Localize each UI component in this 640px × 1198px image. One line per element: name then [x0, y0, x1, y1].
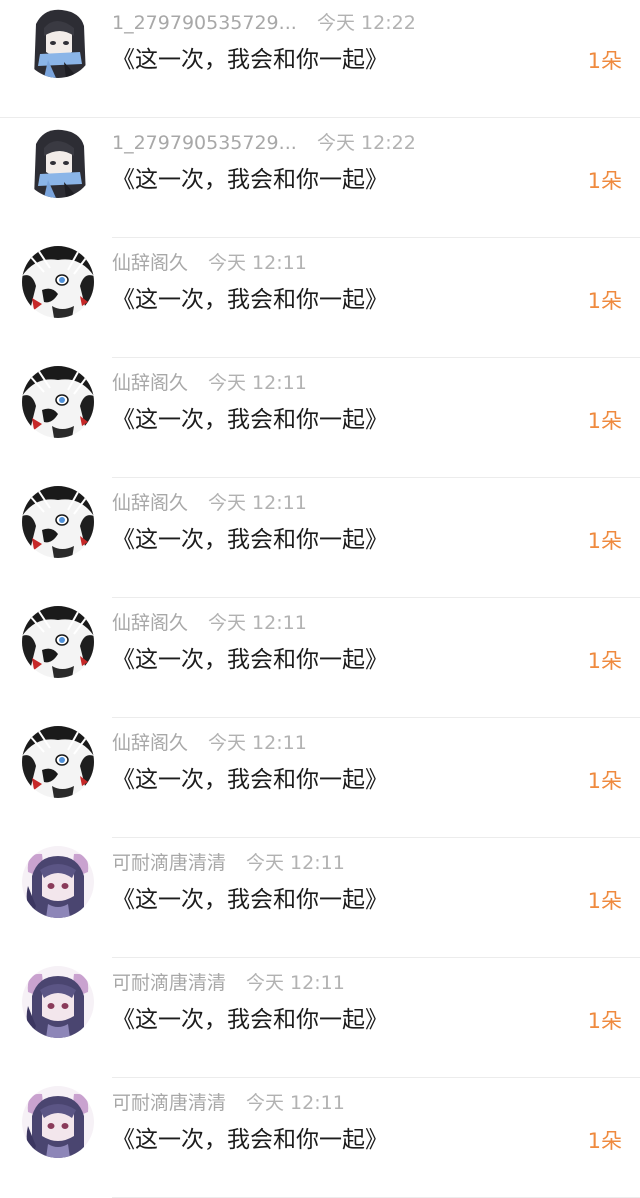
comment-message: 《这一次，我会和你一起》 — [112, 647, 388, 673]
comment-row[interactable]: 仙辞阁久 今天 12:11 《这一次，我会和你一起》 1朵 — [0, 238, 640, 358]
user-avatar[interactable] — [22, 486, 94, 558]
comment-message: 《这一次，我会和你一起》 — [112, 167, 388, 193]
comment-time: 今天 12:11 — [208, 492, 307, 514]
flower-gift-count: 1朵 — [587, 169, 622, 193]
comment-row[interactable]: 仙辞阁久 今天 12:11 《这一次，我会和你一起》 1朵 — [0, 718, 640, 838]
flower-gift-count: 1朵 — [587, 409, 622, 433]
flower-gift-count: 1朵 — [587, 649, 622, 673]
comment-row[interactable]: 仙辞阁久 今天 12:11 《这一次，我会和你一起》 1朵 — [0, 478, 640, 598]
flower-gift-count: 1朵 — [587, 1129, 622, 1153]
user-avatar[interactable] — [22, 966, 94, 1038]
comment-time: 今天 12:22 — [317, 132, 416, 154]
username[interactable]: 仙辞阁久 — [112, 250, 188, 276]
user-avatar[interactable] — [22, 246, 94, 318]
comment-time: 今天 12:11 — [246, 972, 345, 994]
username[interactable]: 仙辞阁久 — [112, 610, 188, 636]
comment-message: 《这一次，我会和你一起》 — [112, 1007, 388, 1033]
comment-row[interactable]: 仙辞阁久 今天 12:11 《这一次，我会和你一起》 1朵 — [0, 358, 640, 478]
flower-gift-count: 1朵 — [587, 769, 622, 793]
comment-row[interactable]: 1_279790535729... 今天 12:22 《这一次，我会和你一起》 1朵 — [0, 0, 640, 118]
flower-gift-count: 1朵 — [587, 289, 622, 313]
user-avatar[interactable] — [22, 126, 94, 198]
username[interactable]: 1_279790535729... — [112, 130, 297, 156]
comment-time: 今天 12:11 — [208, 732, 307, 754]
user-avatar[interactable] — [22, 726, 94, 798]
comment-time: 今天 12:11 — [246, 1092, 345, 1114]
username[interactable]: 仙辞阁久 — [112, 730, 188, 756]
user-avatar[interactable] — [22, 6, 94, 78]
comment-list: 1_279790535729... 今天 12:22 《这一次，我会和你一起》 1朵 … — [0, 0, 640, 1198]
comment-time: 今天 12:22 — [317, 12, 416, 34]
comment-time: 今天 12:11 — [208, 372, 307, 394]
username[interactable]: 可耐滴唐清清 — [112, 1090, 226, 1116]
comment-row[interactable]: 仙辞阁久 今天 12:11 《这一次，我会和你一起》 1朵 — [0, 598, 640, 718]
comment-message: 《这一次，我会和你一起》 — [112, 887, 388, 913]
comment-message: 《这一次，我会和你一起》 — [112, 527, 388, 553]
flower-gift-count: 1朵 — [587, 889, 622, 913]
flower-gift-count: 1朵 — [587, 529, 622, 553]
username[interactable]: 仙辞阁久 — [112, 490, 188, 516]
comment-row[interactable]: 可耐滴唐清清 今天 12:11 《这一次，我会和你一起》 1朵 — [0, 1078, 640, 1198]
username[interactable]: 可耐滴唐清清 — [112, 850, 226, 876]
flower-gift-count: 1朵 — [587, 49, 622, 73]
comment-time: 今天 12:11 — [246, 852, 345, 874]
comment-time: 今天 12:11 — [208, 612, 307, 634]
username[interactable]: 仙辞阁久 — [112, 370, 188, 396]
flower-gift-count: 1朵 — [587, 1009, 622, 1033]
user-avatar[interactable] — [22, 606, 94, 678]
user-avatar[interactable] — [22, 846, 94, 918]
user-avatar[interactable] — [22, 366, 94, 438]
comment-row[interactable]: 1_279790535729... 今天 12:22 《这一次，我会和你一起》 1朵 — [0, 118, 640, 238]
comment-message: 《这一次，我会和你一起》 — [112, 287, 388, 313]
comment-message: 《这一次，我会和你一起》 — [112, 1127, 388, 1153]
comment-row[interactable]: 可耐滴唐清清 今天 12:11 《这一次，我会和你一起》 1朵 — [0, 838, 640, 958]
username[interactable]: 1_279790535729... — [112, 10, 297, 36]
comment-row[interactable]: 可耐滴唐清清 今天 12:11 《这一次，我会和你一起》 1朵 — [0, 958, 640, 1078]
comment-message: 《这一次，我会和你一起》 — [112, 47, 388, 73]
user-avatar[interactable] — [22, 1086, 94, 1158]
comment-time: 今天 12:11 — [208, 252, 307, 274]
comment-message: 《这一次，我会和你一起》 — [112, 407, 388, 433]
username[interactable]: 可耐滴唐清清 — [112, 970, 226, 996]
comment-message: 《这一次，我会和你一起》 — [112, 767, 388, 793]
